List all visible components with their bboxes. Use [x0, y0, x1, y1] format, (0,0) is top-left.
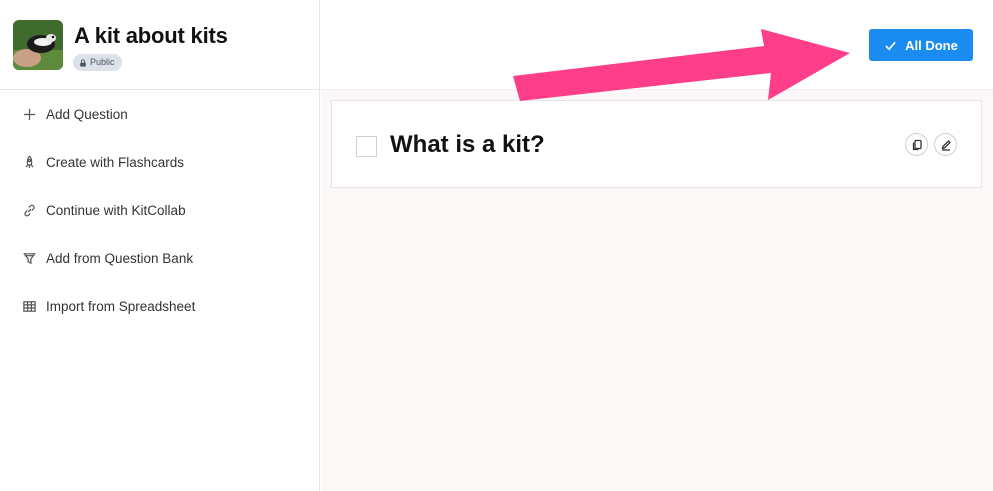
- copy-icon: [912, 139, 922, 150]
- sidebar-item-import-from-spreadsheet[interactable]: Import from Spreadsheet: [0, 282, 319, 330]
- link-icon: [21, 202, 37, 218]
- question-card[interactable]: What is a kit?: [331, 100, 982, 188]
- kit-header: A kit about kits Public: [0, 0, 319, 90]
- funnel-icon: [21, 250, 37, 266]
- lock-icon: [80, 58, 86, 67]
- sidebar-item-label: Create with Flashcards: [46, 154, 185, 170]
- sidebar-item-create-with-flashcards[interactable]: Create with Flashcards: [0, 138, 319, 186]
- sidebar-item-label: Continue with KitCollab: [46, 202, 186, 218]
- sidebar-item-add-from-question-bank[interactable]: Add from Question Bank: [0, 234, 319, 282]
- sidebar-menu: Add Question Create with Flashcards Cont…: [0, 90, 319, 330]
- question-checkbox[interactable]: [356, 136, 377, 157]
- edit-question-button[interactable]: [934, 133, 957, 156]
- check-icon: [885, 41, 896, 50]
- duplicate-question-button[interactable]: [905, 133, 928, 156]
- sidebar-item-label: Add from Question Bank: [46, 250, 194, 266]
- question-list: What is a kit?: [321, 90, 993, 491]
- rocket-icon: [21, 154, 37, 170]
- kit-thumbnail: [13, 20, 63, 70]
- sidebar-item-label: Import from Spreadsheet: [46, 298, 196, 314]
- all-done-label: All Done: [905, 37, 958, 53]
- topbar: All Done: [321, 0, 993, 90]
- question-text: What is a kit?: [390, 131, 545, 158]
- sidebar: A kit about kits Public Add Question Cre…: [0, 0, 320, 491]
- plus-icon: [21, 106, 37, 122]
- visibility-badge: Public: [73, 54, 122, 71]
- visibility-label: Public: [90, 57, 115, 67]
- app-window: A kit about kits Public Add Question Cre…: [0, 0, 993, 491]
- sidebar-item-label: Add Question: [46, 106, 128, 122]
- all-done-button[interactable]: All Done: [869, 29, 973, 61]
- kit-title: A kit about kits: [74, 23, 228, 48]
- sidebar-item-add-question[interactable]: Add Question: [0, 90, 319, 138]
- sidebar-item-continue-with-kitcollab[interactable]: Continue with KitCollab: [0, 186, 319, 234]
- pencil-icon: [941, 139, 951, 151]
- table-icon: [21, 298, 37, 314]
